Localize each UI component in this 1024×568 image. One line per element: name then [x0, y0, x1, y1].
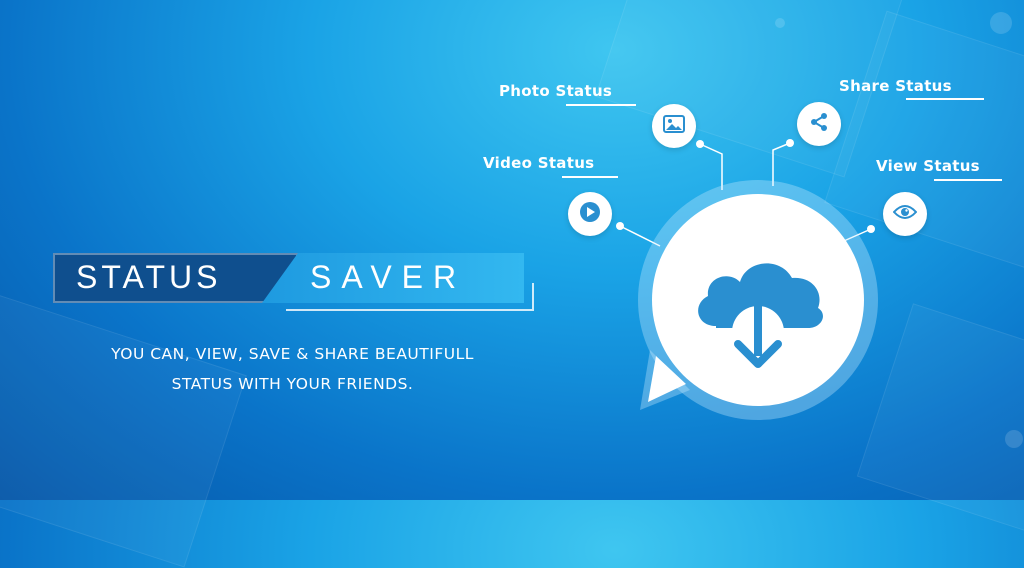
play-icon	[579, 201, 601, 227]
view-status-underline	[934, 179, 1002, 181]
photo-status-underline	[566, 104, 636, 106]
share-status-underline	[906, 98, 984, 100]
image-icon	[663, 115, 685, 137]
connector-lines	[619, 142, 872, 249]
eye-icon	[892, 204, 918, 224]
connector-photo	[699, 143, 723, 190]
connector-node	[867, 225, 875, 233]
video-status-label: Video Status	[483, 154, 595, 172]
photo-status-label: Photo Status	[499, 82, 613, 100]
video-status-underline	[562, 176, 618, 178]
connector-node	[696, 140, 704, 148]
cloud-download-icon[interactable]	[688, 248, 828, 377]
share-status-button[interactable]	[797, 102, 841, 146]
video-status-button[interactable]	[568, 192, 612, 236]
view-status-label: View Status	[876, 157, 980, 175]
connector-share	[772, 142, 791, 186]
photo-status-button[interactable]	[652, 104, 696, 148]
connector-node	[786, 139, 794, 147]
connector-node	[616, 222, 624, 230]
share-icon	[809, 112, 829, 136]
share-status-label: Share Status	[839, 77, 952, 95]
view-status-button[interactable]	[883, 192, 927, 236]
